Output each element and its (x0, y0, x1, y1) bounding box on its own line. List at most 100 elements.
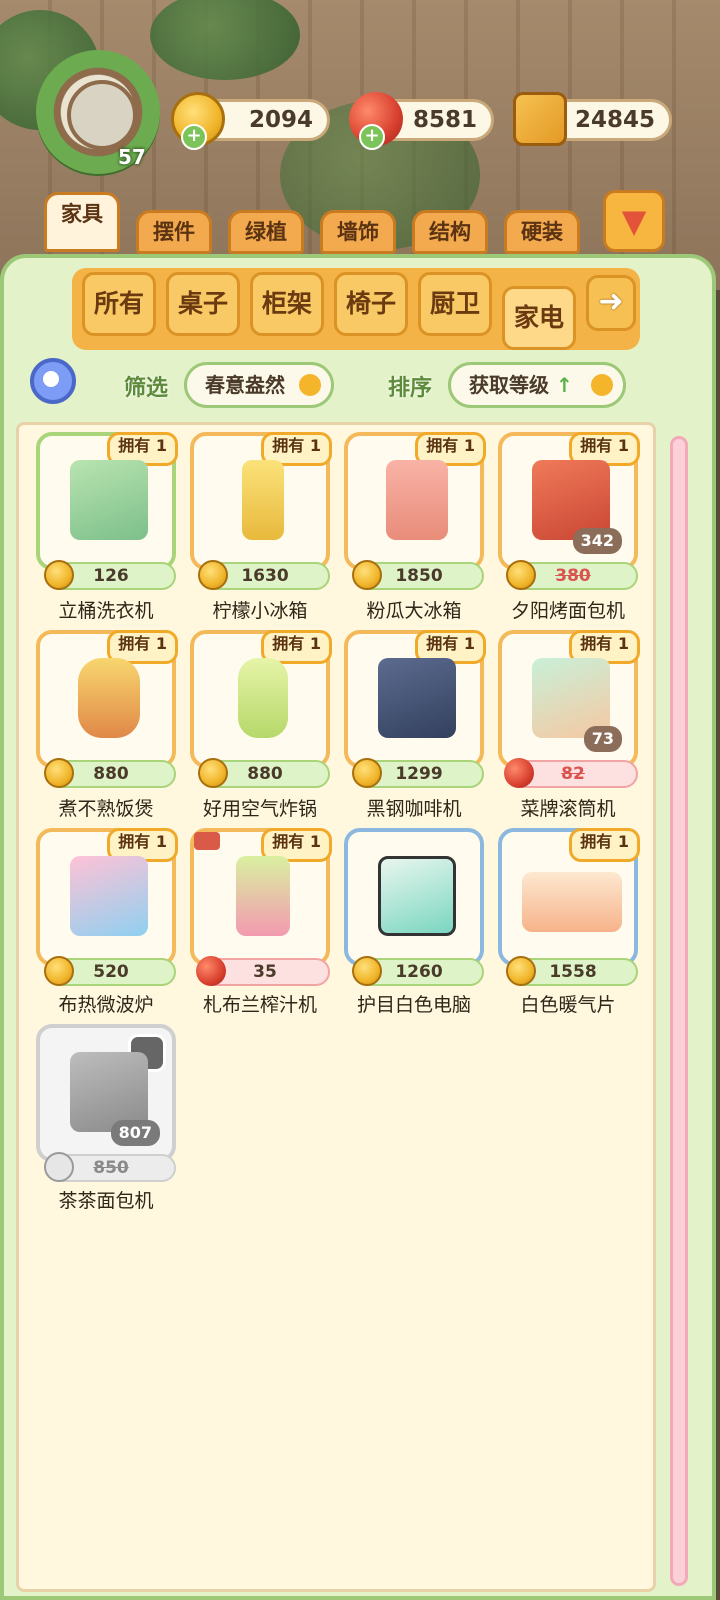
player-level: 57 (118, 145, 146, 169)
coin-icon (198, 758, 228, 788)
price-tag: 1850 (352, 560, 484, 590)
fridge-icon (386, 460, 448, 540)
coin-icon (44, 1152, 74, 1182)
fridge-icon (242, 460, 284, 540)
coin-icon (352, 956, 382, 986)
juicer-icon (236, 856, 290, 936)
more-tabs-button[interactable]: ▼ (603, 190, 665, 252)
book-icon (513, 92, 567, 146)
microwave-icon (70, 856, 148, 936)
item-name: 煮不熟饭煲 (58, 798, 154, 820)
subtab-kitchen-bath[interactable]: 厨卫 (418, 272, 492, 336)
price-tag: 1260 (352, 956, 484, 986)
truck-icon (194, 832, 220, 850)
price-tag: 880 (44, 758, 176, 788)
coin-icon (44, 956, 74, 986)
item-name: 柠檬小冰箱 (212, 600, 308, 622)
subtab-next-button[interactable]: ➜ (586, 275, 636, 331)
item-card[interactable]: 拥有 1 1558 (498, 828, 640, 986)
price-tag: 850 (44, 1152, 176, 1182)
cherry-counter[interactable]: + 8581 (349, 92, 494, 150)
heart-icon (591, 374, 613, 396)
book-counter[interactable]: 24845 (513, 92, 672, 146)
coin-icon (198, 560, 228, 590)
subtab-appliances[interactable]: 家电 (502, 286, 576, 350)
subtab-tables[interactable]: 桌子 (166, 272, 240, 336)
coin-icon (352, 560, 382, 590)
tab-wall-decor[interactable]: 墙饰 (320, 210, 396, 254)
item-name: 护目白色电脑 (356, 994, 471, 1016)
price-tag: 126 (44, 560, 176, 590)
tab-ornaments[interactable]: 摆件 (136, 210, 212, 254)
scrollbar[interactable] (670, 436, 688, 1586)
price-tag: 35 (196, 956, 330, 986)
sort-dropdown[interactable]: 获取等级 ↑ (448, 362, 626, 408)
price-tag: 880 (198, 758, 330, 788)
item-name: 立桶洗衣机 (58, 600, 154, 622)
price-tag: 1630 (198, 560, 330, 590)
filter-label: 筛选 (124, 376, 169, 401)
search-icon[interactable] (30, 358, 76, 404)
tab-plants[interactable]: 绿植 (228, 210, 304, 254)
coin-value: 2094 (248, 107, 313, 133)
item-name: 布热微波炉 (58, 994, 154, 1016)
filter-dropdown[interactable]: 春意盎然 (184, 362, 334, 408)
filter-value: 春意盎然 (205, 373, 285, 397)
item-name: 黑钢咖啡机 (366, 798, 462, 820)
computer-icon (378, 856, 456, 936)
cherry-value: 8581 (412, 107, 477, 133)
price-tag: 1558 (506, 956, 638, 986)
item-card[interactable]: 拥有 1 1299 (344, 630, 486, 788)
subtab-all[interactable]: 所有 (82, 272, 156, 336)
tab-hard-decor[interactable]: 硬装 (504, 210, 580, 254)
item-name: 夕阳烤面包机 (510, 600, 625, 622)
item-card[interactable]: 拥有 1 73 82 (498, 630, 640, 788)
item-name: 白色暖气片 (520, 994, 616, 1016)
item-card[interactable]: 拥有 1 342 380 (498, 432, 640, 590)
price-tag: 520 (44, 956, 176, 986)
item-name: 粉瓜大冰箱 (366, 600, 462, 622)
coin-counter[interactable]: + 2094 (171, 92, 330, 150)
item-name: 好用空气炸锅 (202, 798, 317, 820)
item-name: 菜牌滚筒机 (520, 798, 616, 820)
add-coin-icon[interactable]: + (181, 124, 207, 150)
discount-badge: 73 (583, 726, 622, 752)
discount-badge: 807 (110, 1120, 160, 1146)
coin-icon (506, 560, 536, 590)
sort-value: 获取等级 (469, 373, 549, 397)
price-tag: 380 (506, 560, 638, 590)
subtab-chairs[interactable]: 椅子 (334, 272, 408, 336)
add-cherry-icon[interactable]: + (359, 124, 385, 150)
owned-badge: 拥有 1 (569, 828, 640, 862)
item-card[interactable]: 拥有 1 1850 (344, 432, 486, 590)
item-name: 茶茶面包机 (58, 1190, 154, 1212)
price-tag: 82 (504, 758, 638, 788)
rice-cooker-icon (78, 658, 140, 738)
tab-structure[interactable]: 结构 (412, 210, 488, 254)
item-card[interactable]: 拥有 1 880 (190, 630, 332, 788)
coffee-machine-icon (378, 658, 456, 738)
radiator-icon (522, 872, 622, 932)
subtab-shelves[interactable]: 柜架 (250, 272, 324, 336)
coin-icon (506, 956, 536, 986)
air-fryer-icon (238, 658, 288, 738)
item-name: 札布兰榨汁机 (202, 994, 317, 1016)
coin-icon (44, 560, 74, 590)
discount-badge: 342 (572, 528, 622, 554)
tab-furniture[interactable]: 家具 (44, 192, 120, 252)
coin-icon (44, 758, 74, 788)
item-card[interactable]: 拥有 1 1630 (190, 432, 332, 590)
cherry-icon (196, 956, 226, 986)
item-card[interactable]: 1260 (344, 828, 484, 986)
right-arrow-icon: ➜ (598, 284, 624, 319)
washing-machine-icon (70, 460, 148, 540)
cherry-icon (504, 758, 534, 788)
item-card[interactable]: 拥有 1 35 (190, 828, 332, 986)
down-arrow-icon: ▼ (621, 202, 647, 240)
item-card[interactable]: 拥有 1 126 (36, 432, 178, 590)
price-tag: 1299 (352, 758, 484, 788)
item-card[interactable]: 807 850 (36, 1024, 176, 1182)
avatar-face (67, 80, 137, 150)
item-card[interactable]: 拥有 1 880 (36, 630, 178, 788)
item-card[interactable]: 拥有 1 520 (36, 828, 178, 986)
